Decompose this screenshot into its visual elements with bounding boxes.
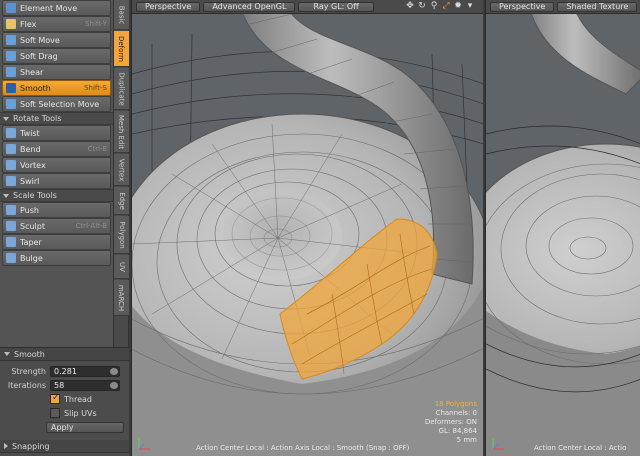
tool-smooth[interactable]: Smooth Shift-S: [2, 80, 111, 96]
strength-label: Strength: [11, 366, 46, 376]
tool-soft-selection-move[interactable]: Soft Selection Move: [2, 96, 111, 112]
taper-icon: [6, 237, 16, 247]
slip-uvs-checkbox[interactable]: [50, 408, 60, 418]
tab-march[interactable]: mARCH: [114, 280, 129, 316]
polygon-count: 18 Polygons: [434, 400, 477, 408]
slip-uvs-row: Slip UVs: [0, 406, 129, 420]
tool-taper[interactable]: Taper: [2, 234, 111, 250]
axis-gizmo-icon: [492, 438, 504, 450]
zoom-icon[interactable]: ⚲: [429, 1, 439, 11]
iterations-row: Iterations 58: [0, 378, 129, 392]
tool-vortex[interactable]: Vortex: [2, 157, 111, 173]
apply-row: Apply: [0, 420, 129, 434]
tool-push[interactable]: Push: [2, 202, 111, 218]
tool-twist[interactable]: Twist: [2, 125, 111, 141]
fit-icon[interactable]: ⤢: [441, 1, 451, 11]
tool-flex[interactable]: Flex Shift-Y: [2, 16, 111, 32]
tool-sculpt[interactable]: Sculpt Ctrl-Alt-B: [2, 218, 111, 234]
tool-element-move[interactable]: Element Move: [2, 0, 111, 16]
view-type-button[interactable]: Perspective: [490, 1, 555, 12]
rotate-tools: Twist Bend Ctrl-E Vortex Swirl: [0, 125, 113, 189]
tab-mesh-edit[interactable]: Mesh Edit: [114, 111, 129, 153]
tab-deform[interactable]: Deform: [114, 31, 129, 67]
soft-selection-move-icon: [6, 99, 16, 109]
viewport-nav-icons: ✥ ↻ ⚲ ⤢ ✹ ▾: [405, 1, 475, 11]
tool-bend[interactable]: Bend Ctrl-E: [2, 141, 111, 157]
pan-icon[interactable]: ✥: [405, 1, 415, 11]
iterations-field[interactable]: 58: [50, 379, 120, 391]
transform-tools: Element Move Flex Shift-Y Soft Move Soft …: [0, 0, 113, 112]
apply-button[interactable]: Apply: [46, 421, 124, 433]
viewport-stats: 18 Polygons Channels: 0 Deformers: ON GL…: [425, 400, 477, 445]
slider-knob-icon[interactable]: [110, 367, 118, 375]
tool-soft-drag[interactable]: Soft Drag: [2, 48, 111, 64]
deformers-state: Deformers: ON: [424, 418, 477, 426]
collapse-triangle-icon: [4, 443, 8, 449]
viewport-header: Perspective Advanced OpenGL Ray GL: Off …: [132, 0, 483, 14]
bend-icon: [6, 144, 16, 154]
action-status: Action Center Local : Actio: [534, 444, 627, 452]
flex-icon: [6, 19, 16, 29]
axis-gizmo-icon: [138, 438, 150, 450]
element-move-icon: [6, 3, 16, 13]
main-viewport[interactable]: Perspective Advanced OpenGL Ray GL: Off …: [131, 0, 483, 456]
gl-count: GL: 84,864: [438, 427, 477, 435]
ray-gl-button[interactable]: Ray GL: Off: [298, 1, 374, 12]
tab-vertex[interactable]: Vertex: [114, 154, 129, 186]
twist-icon: [6, 128, 16, 138]
tab-uv[interactable]: UV: [114, 255, 129, 279]
expand-triangle-icon: [4, 352, 10, 356]
secondary-viewport[interactable]: Perspective Shaded Texture Action Center…: [485, 0, 640, 456]
tool-swirl[interactable]: Swirl: [2, 173, 111, 189]
tool-shear[interactable]: Shear: [2, 64, 111, 80]
shear-icon: [6, 67, 16, 77]
chevron-down-icon[interactable]: ▾: [465, 1, 475, 11]
smooth-icon: [6, 83, 16, 93]
shading-mode-button[interactable]: Advanced OpenGL: [203, 1, 296, 12]
view-type-button[interactable]: Perspective: [136, 1, 201, 12]
smooth-section-header[interactable]: Smooth: [0, 348, 129, 361]
thread-checkbox[interactable]: [50, 393, 60, 404]
bulge-icon: [6, 253, 16, 263]
gear-icon[interactable]: ✹: [453, 1, 463, 11]
strength-field[interactable]: 0.281: [50, 365, 120, 377]
tool-bulge[interactable]: Bulge: [2, 250, 111, 266]
action-status: Action Center Local : Action Axis Local …: [196, 444, 410, 452]
channels-count: Channels: 0: [435, 409, 477, 417]
sculpt-icon: [6, 221, 16, 231]
slider-knob-icon[interactable]: [110, 381, 118, 389]
vortex-icon: [6, 160, 16, 170]
3d-scene[interactable]: [132, 14, 483, 456]
snapping-section-header[interactable]: Snapping: [0, 440, 129, 453]
soft-drag-icon: [6, 51, 16, 61]
push-icon: [6, 205, 16, 215]
expand-triangle-icon: [3, 116, 9, 121]
scale-tools-header[interactable]: Scale Tools: [0, 189, 113, 202]
modo-workspace: Element Move Flex Shift-Y Soft Move Soft …: [0, 0, 640, 456]
swirl-icon: [6, 176, 16, 186]
tab-edge[interactable]: Edge: [114, 187, 129, 215]
grid-scale: 5 mm: [456, 436, 477, 444]
tool-soft-move[interactable]: Soft Move: [2, 32, 111, 48]
shading-mode-button[interactable]: Shaded Texture: [557, 1, 638, 12]
strength-row: Strength 0.281: [0, 364, 129, 378]
tool-properties-panel: Smooth Strength 0.281 Iterations 58 Thre…: [0, 347, 129, 456]
slip-uvs-label: Slip UVs: [64, 408, 97, 418]
thread-row: Thread: [0, 392, 129, 406]
thread-label: Thread: [64, 394, 92, 404]
rotate-tools-header[interactable]: Rotate Tools: [0, 112, 113, 125]
tab-duplicate[interactable]: Duplicate: [114, 68, 129, 110]
scale-tools: Push Sculpt Ctrl-Alt-B Taper Bulge: [0, 202, 113, 266]
rotate-view-icon[interactable]: ↻: [417, 1, 427, 11]
tool-panel: Element Move Flex Shift-Y Soft Move Soft …: [0, 0, 113, 347]
soft-move-icon: [6, 35, 16, 45]
tab-basic[interactable]: Basic: [114, 0, 129, 30]
iterations-label: Iterations: [7, 380, 46, 390]
tab-polygon[interactable]: Polygon: [114, 216, 129, 254]
3d-scene-secondary[interactable]: [486, 14, 640, 456]
expand-triangle-icon: [3, 193, 9, 198]
viewport-header: Perspective Shaded Texture: [486, 0, 640, 14]
